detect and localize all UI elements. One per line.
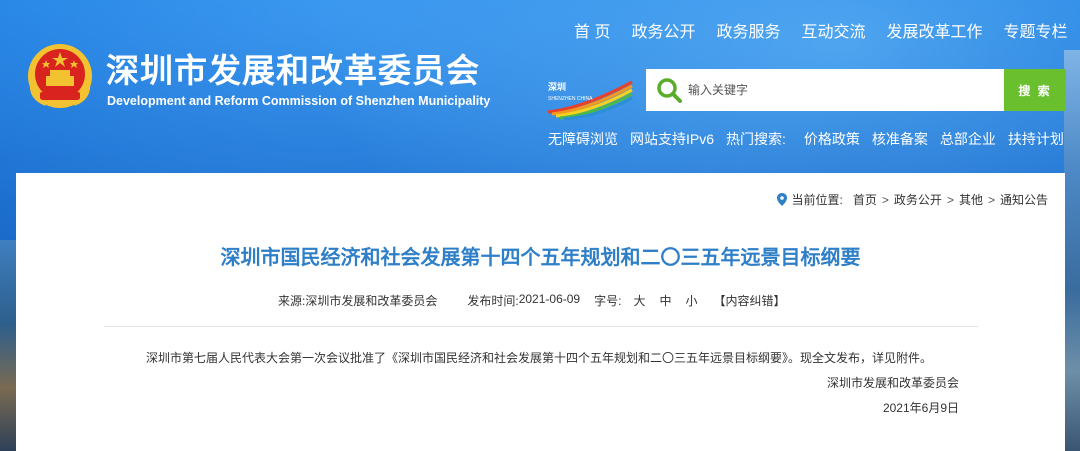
breadcrumb-other[interactable]: 其他 bbox=[959, 191, 983, 208]
font-size-large-button[interactable]: 大 bbox=[633, 292, 645, 309]
top-nav: 首 页 政务公开 政务服务 互动交流 发展改革工作 专题专栏 bbox=[574, 18, 1080, 42]
article-title: 深圳市国民经济和社会发展第十四个五年规划和二〇三五年远景目标纲要 bbox=[220, 247, 861, 269]
quick-links: 无障碍浏览 网站支持IPv6 热门搜索: 价格政策 核准备案 总部企业 扶持计划 bbox=[548, 129, 1064, 149]
hot-term-approval-filing[interactable]: 核准备案 bbox=[872, 129, 928, 149]
svg-text:深圳: 深圳 bbox=[548, 81, 566, 92]
city-logo-text: SHENZHEN CHINA bbox=[548, 96, 593, 102]
search-button[interactable]: 搜 索 bbox=[1004, 69, 1066, 111]
search-input[interactable] bbox=[688, 69, 988, 111]
site-title[interactable]: 深圳市发展和改革委员会 bbox=[106, 44, 480, 92]
breadcrumb-home[interactable]: 首页 bbox=[853, 191, 877, 208]
site-title-english[interactable]: Development and Reform Commission of She… bbox=[107, 94, 490, 108]
nav-special-topics[interactable]: 专题专栏 bbox=[1004, 18, 1068, 42]
source-value: 深圳市发展和改革委员会 bbox=[305, 294, 438, 308]
date-label: 发布时间: bbox=[467, 294, 519, 308]
nav-gov-services[interactable]: 政务服务 bbox=[716, 18, 780, 42]
nav-interaction[interactable]: 互动交流 bbox=[801, 18, 865, 42]
location-pin-icon bbox=[776, 193, 787, 206]
font-size-medium-button[interactable]: 中 bbox=[659, 292, 671, 309]
content-panel: 当前位置: 首页 > 政务公开 > 其他 > 通知公告 深圳市国民经济和社会发展… bbox=[16, 173, 1065, 451]
breadcrumb-separator: > bbox=[946, 192, 954, 207]
hot-term-price-policy[interactable]: 价格政策 bbox=[804, 129, 860, 149]
source-label: 来源: bbox=[278, 294, 306, 308]
font-size-small-button[interactable]: 小 bbox=[685, 292, 697, 309]
breadcrumb-gov-affairs[interactable]: 政务公开 bbox=[894, 191, 942, 208]
city-photo-left bbox=[0, 240, 16, 451]
date-value: 2021-06-09 bbox=[518, 292, 581, 306]
accessibility-link[interactable]: 无障碍浏览 bbox=[548, 129, 618, 149]
city-photo-right bbox=[1064, 50, 1080, 451]
search-icon bbox=[657, 78, 682, 103]
breadcrumb-notices[interactable]: 通知公告 bbox=[1000, 191, 1048, 208]
hot-term-hq-enterprises[interactable]: 总部企业 bbox=[940, 129, 996, 149]
content-correction-link[interactable]: 【内容纠错】 bbox=[713, 292, 785, 309]
breadcrumb-separator: > bbox=[987, 192, 995, 207]
nav-home[interactable]: 首 页 bbox=[574, 18, 610, 42]
national-emblem-icon bbox=[28, 44, 92, 108]
nav-gov-affairs[interactable]: 政务公开 bbox=[631, 18, 695, 42]
divider bbox=[104, 326, 978, 327]
font-size-label: 字号: bbox=[594, 294, 622, 308]
signature-organization: 深圳市发展和改革委员会 bbox=[826, 376, 959, 390]
article-body: 深圳市第七届人民代表大会第一次会议批准了《深圳市国民经济和社会发展第十四个五年规… bbox=[146, 351, 933, 365]
article-meta: 来源: 深圳市发展和改革委员会 发布时间: 2021-06-09 字号: 大 中… bbox=[278, 292, 786, 309]
breadcrumb: 当前位置: 首页 > 政务公开 > 其他 > 通知公告 bbox=[776, 191, 1048, 208]
ipv6-link[interactable]: 网站支持IPv6 bbox=[630, 129, 714, 149]
breadcrumb-label: 当前位置: bbox=[791, 193, 843, 207]
search-box bbox=[646, 69, 1004, 111]
shenzhen-city-logo-icon: 深圳 SHENZHEN CHINA bbox=[547, 80, 633, 120]
hot-search-label: 热门搜索: bbox=[726, 131, 786, 147]
signature-date: 2021年6月9日 bbox=[882, 401, 959, 415]
hot-term-support-plan[interactable]: 扶持计划 bbox=[1008, 129, 1064, 149]
nav-reform-work[interactable]: 发展改革工作 bbox=[887, 18, 983, 42]
breadcrumb-separator: > bbox=[881, 192, 889, 207]
